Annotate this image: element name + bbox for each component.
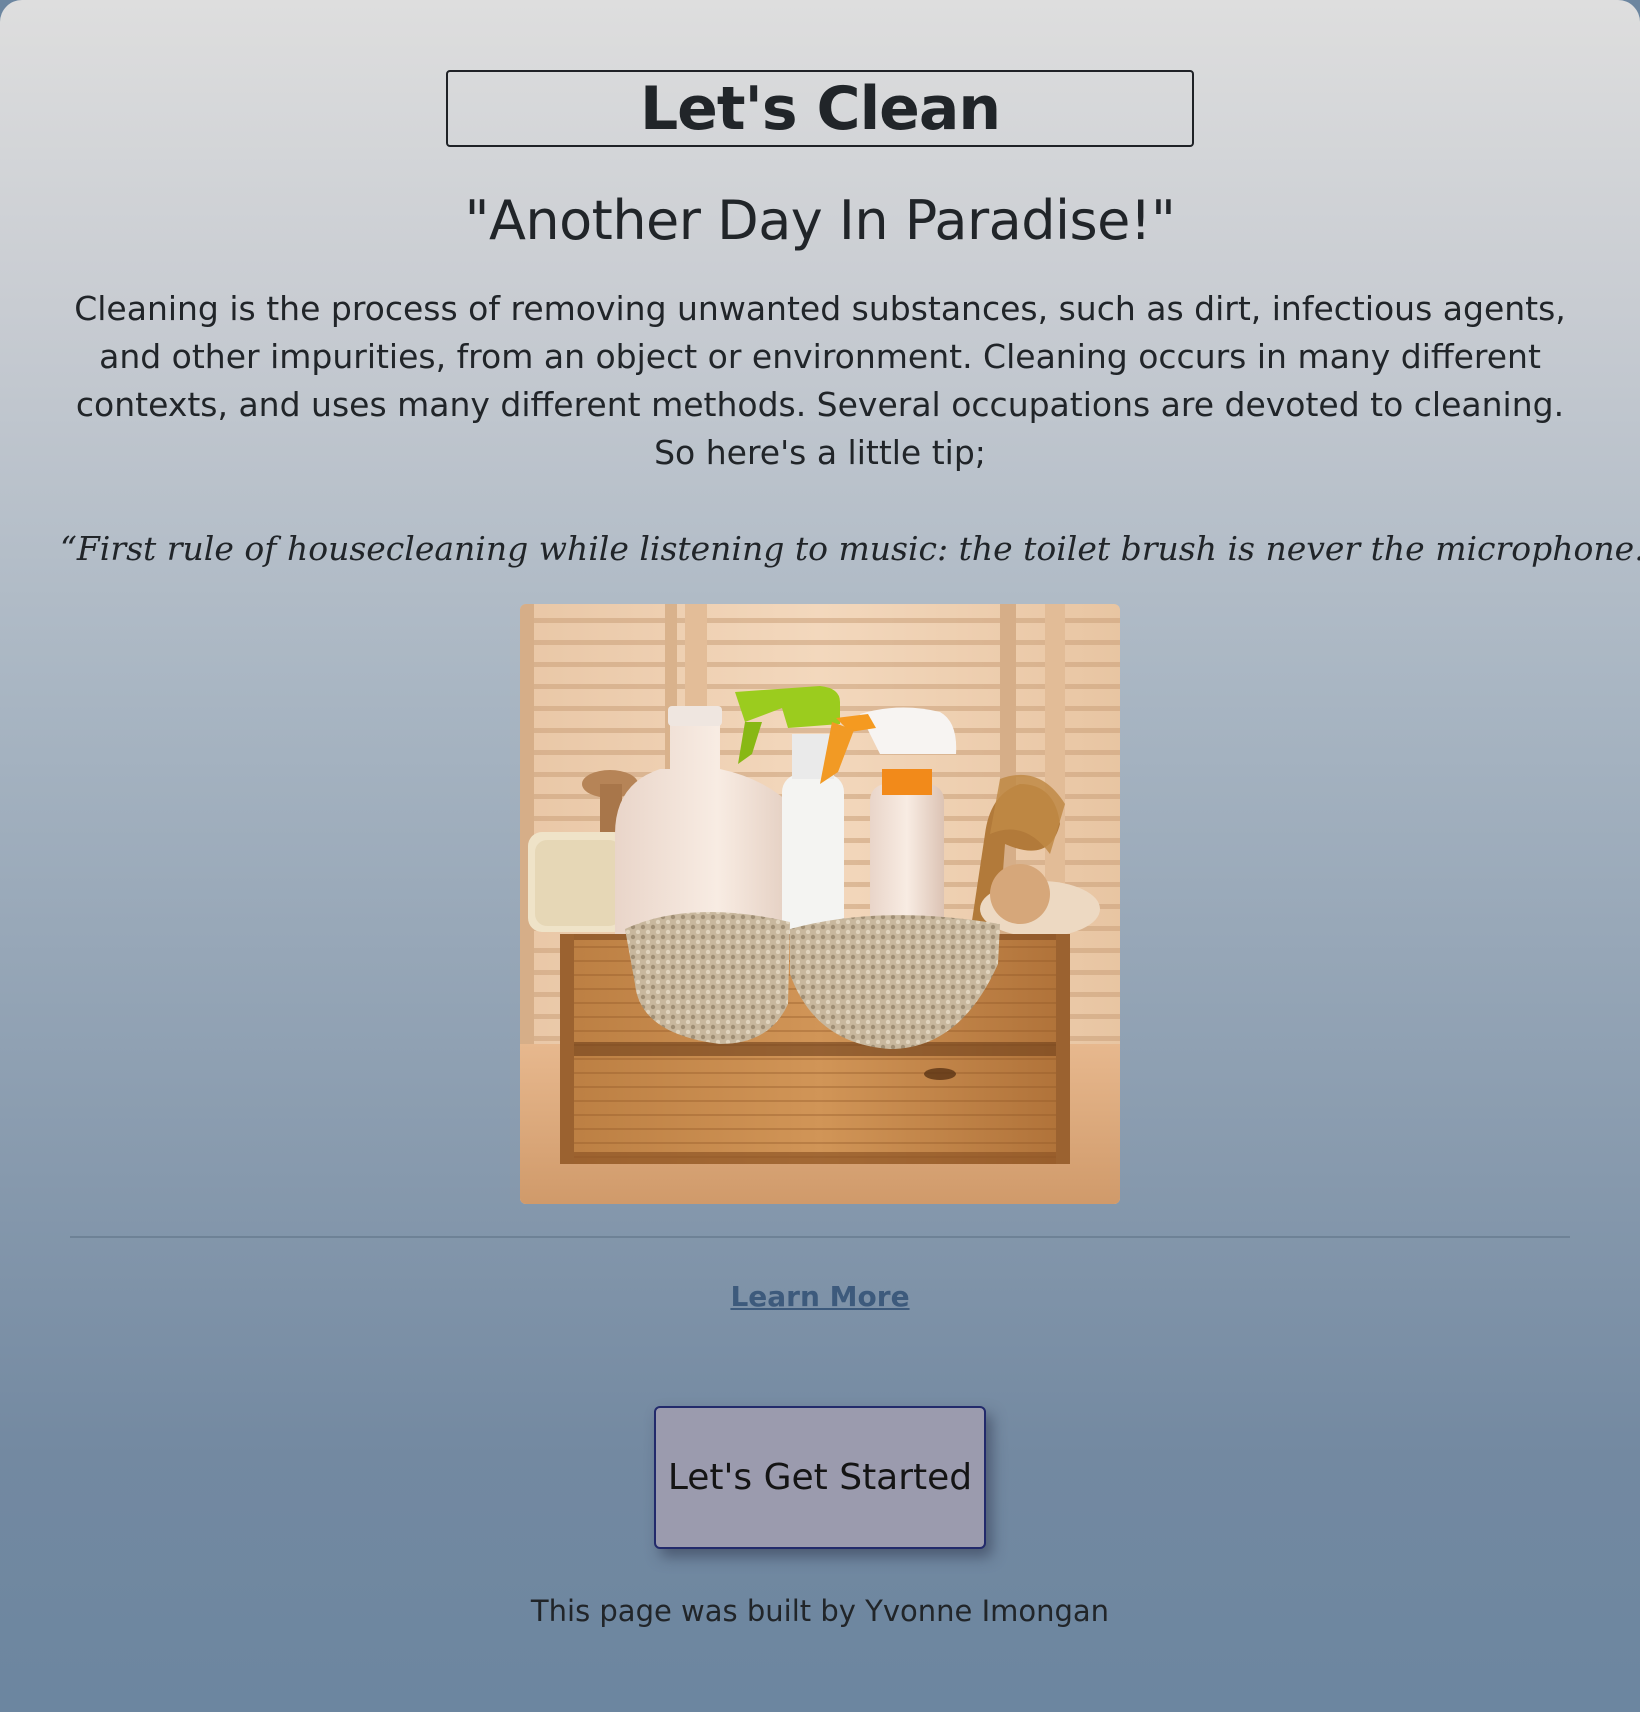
page: Let's Clean "Another Day In Paradise!" C… [0,0,1640,1712]
footer-credit: This page was built by Yvonne Imongan [530,1594,1110,1628]
cleaning-supplies-image [520,604,1120,1204]
get-started-button[interactable]: Let's Get Started [654,1406,986,1549]
page-title: Let's Clean [639,73,1001,144]
learn-more-container: Learn More [0,1275,1640,1319]
description-text: Cleaning is the process of removing unwa… [74,289,1566,472]
quote-text: “First rule of housecleaning while liste… [60,529,1640,568]
tip-quote: “First rule of housecleaning while liste… [60,524,1640,574]
title-box: Let's Clean [446,70,1194,147]
section-divider [70,1236,1570,1238]
page-subtitle: "Another Day In Paradise!" [464,189,1176,252]
learn-more-link[interactable]: Learn More [730,1280,909,1313]
